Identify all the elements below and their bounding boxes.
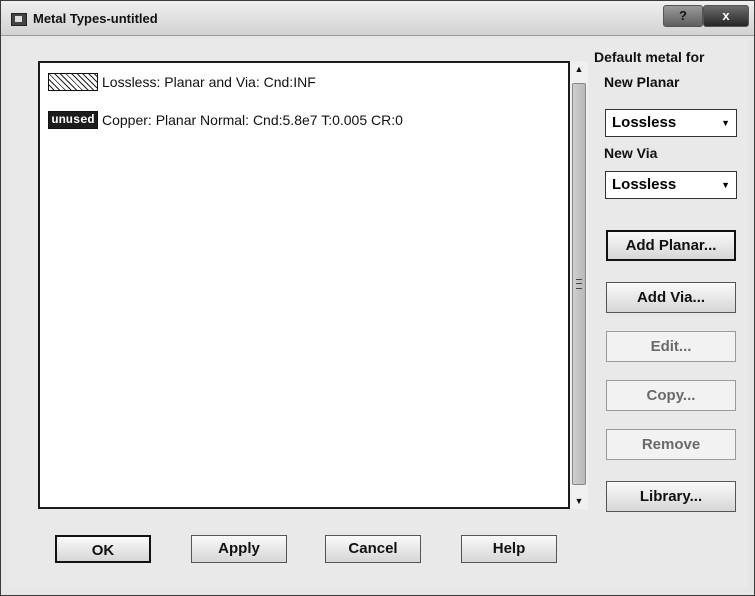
default-metal-heading: Default metal for (594, 49, 705, 65)
new-planar-value: Lossless (612, 114, 677, 131)
ok-button[interactable]: OK (55, 535, 151, 563)
help-button[interactable]: Help (461, 535, 557, 563)
cancel-button[interactable]: Cancel (325, 535, 421, 563)
scroll-down-arrow-icon[interactable]: ▼ (570, 493, 588, 509)
library-button[interactable]: Library... (606, 481, 736, 512)
add-planar-button[interactable]: Add Planar... (606, 230, 736, 261)
unused-pattern-swatch: unused (48, 111, 98, 129)
dialog-body: Lossless: Planar and Via: Cnd:INF unused… (7, 39, 748, 589)
edit-button[interactable]: Edit... (606, 331, 736, 362)
chevron-down-icon: ▼ (721, 180, 730, 190)
new-via-value: Lossless (612, 176, 677, 193)
close-button[interactable]: x (703, 5, 749, 27)
copy-button[interactable]: Copy... (606, 380, 736, 411)
new-planar-select[interactable]: Lossless ▼ (605, 109, 737, 137)
remove-button[interactable]: Remove (606, 429, 736, 460)
window-title: Metal Types-untitled (33, 11, 158, 26)
list-item-lossless[interactable]: Lossless: Planar and Via: Cnd:INF (48, 71, 316, 93)
help-title-button[interactable]: ? (663, 5, 703, 27)
new-via-select[interactable]: Lossless ▼ (605, 171, 737, 199)
metal-types-dialog: Metal Types-untitled ? x Lossless: Plana… (0, 0, 755, 596)
metal-types-list[interactable]: Lossless: Planar and Via: Cnd:INF unused… (38, 61, 570, 509)
title-bar[interactable]: Metal Types-untitled ? x (1, 1, 754, 36)
hatch-pattern-swatch (48, 73, 98, 91)
new-via-label: New Via (604, 145, 658, 161)
add-via-button[interactable]: Add Via... (606, 282, 736, 313)
chevron-down-icon: ▼ (721, 118, 730, 128)
list-scrollbar[interactable]: ▲ ▼ (570, 61, 588, 509)
new-planar-label: New Planar (604, 74, 680, 90)
apply-button[interactable]: Apply (191, 535, 287, 563)
scroll-up-arrow-icon[interactable]: ▲ (570, 61, 588, 77)
scroll-thumb[interactable] (572, 83, 586, 485)
list-item-copper[interactable]: unused Copper: Planar Normal: Cnd:5.8e7 … (48, 109, 403, 131)
grip-icon (576, 279, 582, 289)
window-icon (11, 13, 27, 26)
metal-label: Copper: Planar Normal: Cnd:5.8e7 T:0.005… (102, 112, 403, 128)
metal-label: Lossless: Planar and Via: Cnd:INF (102, 74, 316, 90)
